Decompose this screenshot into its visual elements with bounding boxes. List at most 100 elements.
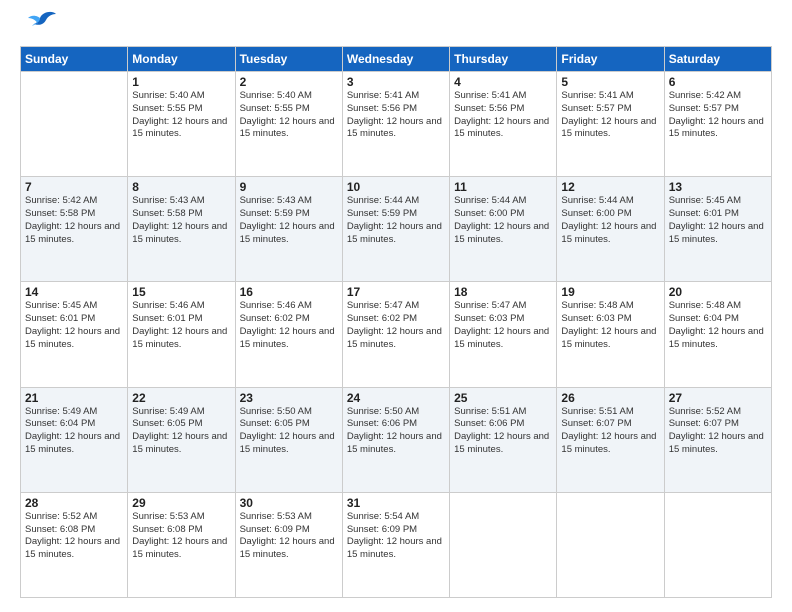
- day-number: 21: [25, 391, 123, 405]
- calendar-cell: 9Sunrise: 5:43 AMSunset: 5:59 PMDaylight…: [235, 177, 342, 282]
- day-number: 26: [561, 391, 659, 405]
- calendar-cell: 12Sunrise: 5:44 AMSunset: 6:00 PMDayligh…: [557, 177, 664, 282]
- day-number: 1: [132, 75, 230, 89]
- day-info: Sunrise: 5:53 AMSunset: 6:09 PMDaylight:…: [240, 511, 338, 562]
- day-info: Sunrise: 5:49 AMSunset: 6:04 PMDaylight:…: [25, 406, 123, 457]
- day-of-week-header: Sunday: [21, 47, 128, 72]
- day-info: Sunrise: 5:43 AMSunset: 5:59 PMDaylight:…: [240, 195, 338, 246]
- calendar-cell: 8Sunrise: 5:43 AMSunset: 5:58 PMDaylight…: [128, 177, 235, 282]
- day-number: 14: [25, 285, 123, 299]
- page: SundayMondayTuesdayWednesdayThursdayFrid…: [0, 0, 792, 612]
- day-number: 10: [347, 180, 445, 194]
- calendar-cell: [557, 492, 664, 597]
- day-info: Sunrise: 5:47 AMSunset: 6:03 PMDaylight:…: [454, 300, 552, 351]
- day-info: Sunrise: 5:44 AMSunset: 6:00 PMDaylight:…: [454, 195, 552, 246]
- logo-bird-icon: [24, 10, 56, 36]
- day-number: 30: [240, 496, 338, 510]
- day-info: Sunrise: 5:48 AMSunset: 6:04 PMDaylight:…: [669, 300, 767, 351]
- logo: [20, 18, 56, 36]
- day-info: Sunrise: 5:45 AMSunset: 6:01 PMDaylight:…: [25, 300, 123, 351]
- day-number: 29: [132, 496, 230, 510]
- day-number: 20: [669, 285, 767, 299]
- day-number: 3: [347, 75, 445, 89]
- calendar-cell: 29Sunrise: 5:53 AMSunset: 6:08 PMDayligh…: [128, 492, 235, 597]
- calendar-week-row: 14Sunrise: 5:45 AMSunset: 6:01 PMDayligh…: [21, 282, 772, 387]
- calendar-cell: [450, 492, 557, 597]
- day-number: 5: [561, 75, 659, 89]
- calendar-cell: [664, 492, 771, 597]
- calendar-cell: 20Sunrise: 5:48 AMSunset: 6:04 PMDayligh…: [664, 282, 771, 387]
- calendar-cell: 10Sunrise: 5:44 AMSunset: 5:59 PMDayligh…: [342, 177, 449, 282]
- calendar-cell: 7Sunrise: 5:42 AMSunset: 5:58 PMDaylight…: [21, 177, 128, 282]
- calendar-cell: 23Sunrise: 5:50 AMSunset: 6:05 PMDayligh…: [235, 387, 342, 492]
- calendar-cell: 22Sunrise: 5:49 AMSunset: 6:05 PMDayligh…: [128, 387, 235, 492]
- day-number: 6: [669, 75, 767, 89]
- day-info: Sunrise: 5:52 AMSunset: 6:08 PMDaylight:…: [25, 511, 123, 562]
- day-of-week-header: Saturday: [664, 47, 771, 72]
- day-info: Sunrise: 5:51 AMSunset: 6:06 PMDaylight:…: [454, 406, 552, 457]
- calendar-cell: 27Sunrise: 5:52 AMSunset: 6:07 PMDayligh…: [664, 387, 771, 492]
- day-info: Sunrise: 5:49 AMSunset: 6:05 PMDaylight:…: [132, 406, 230, 457]
- day-info: Sunrise: 5:44 AMSunset: 5:59 PMDaylight:…: [347, 195, 445, 246]
- day-info: Sunrise: 5:54 AMSunset: 6:09 PMDaylight:…: [347, 511, 445, 562]
- day-number: 4: [454, 75, 552, 89]
- day-number: 19: [561, 285, 659, 299]
- day-info: Sunrise: 5:46 AMSunset: 6:01 PMDaylight:…: [132, 300, 230, 351]
- calendar-cell: 13Sunrise: 5:45 AMSunset: 6:01 PMDayligh…: [664, 177, 771, 282]
- day-number: 8: [132, 180, 230, 194]
- calendar-cell: 25Sunrise: 5:51 AMSunset: 6:06 PMDayligh…: [450, 387, 557, 492]
- calendar-week-row: 1Sunrise: 5:40 AMSunset: 5:55 PMDaylight…: [21, 72, 772, 177]
- calendar-cell: 16Sunrise: 5:46 AMSunset: 6:02 PMDayligh…: [235, 282, 342, 387]
- day-of-week-header: Monday: [128, 47, 235, 72]
- day-info: Sunrise: 5:44 AMSunset: 6:00 PMDaylight:…: [561, 195, 659, 246]
- calendar-cell: [21, 72, 128, 177]
- day-info: Sunrise: 5:48 AMSunset: 6:03 PMDaylight:…: [561, 300, 659, 351]
- day-info: Sunrise: 5:51 AMSunset: 6:07 PMDaylight:…: [561, 406, 659, 457]
- day-number: 12: [561, 180, 659, 194]
- calendar-cell: 24Sunrise: 5:50 AMSunset: 6:06 PMDayligh…: [342, 387, 449, 492]
- calendar-week-row: 7Sunrise: 5:42 AMSunset: 5:58 PMDaylight…: [21, 177, 772, 282]
- calendar-cell: 26Sunrise: 5:51 AMSunset: 6:07 PMDayligh…: [557, 387, 664, 492]
- day-number: 23: [240, 391, 338, 405]
- day-of-week-header: Friday: [557, 47, 664, 72]
- calendar-cell: 3Sunrise: 5:41 AMSunset: 5:56 PMDaylight…: [342, 72, 449, 177]
- day-info: Sunrise: 5:50 AMSunset: 6:06 PMDaylight:…: [347, 406, 445, 457]
- day-info: Sunrise: 5:47 AMSunset: 6:02 PMDaylight:…: [347, 300, 445, 351]
- day-of-week-header: Tuesday: [235, 47, 342, 72]
- day-of-week-header: Wednesday: [342, 47, 449, 72]
- calendar-cell: 11Sunrise: 5:44 AMSunset: 6:00 PMDayligh…: [450, 177, 557, 282]
- calendar-cell: 28Sunrise: 5:52 AMSunset: 6:08 PMDayligh…: [21, 492, 128, 597]
- day-info: Sunrise: 5:43 AMSunset: 5:58 PMDaylight:…: [132, 195, 230, 246]
- day-info: Sunrise: 5:41 AMSunset: 5:57 PMDaylight:…: [561, 90, 659, 141]
- day-number: 18: [454, 285, 552, 299]
- day-info: Sunrise: 5:45 AMSunset: 6:01 PMDaylight:…: [669, 195, 767, 246]
- day-number: 11: [454, 180, 552, 194]
- day-number: 7: [25, 180, 123, 194]
- day-number: 13: [669, 180, 767, 194]
- day-number: 15: [132, 285, 230, 299]
- calendar-cell: 2Sunrise: 5:40 AMSunset: 5:55 PMDaylight…: [235, 72, 342, 177]
- calendar-cell: 19Sunrise: 5:48 AMSunset: 6:03 PMDayligh…: [557, 282, 664, 387]
- day-number: 28: [25, 496, 123, 510]
- day-info: Sunrise: 5:40 AMSunset: 5:55 PMDaylight:…: [132, 90, 230, 141]
- header: [20, 18, 772, 36]
- day-info: Sunrise: 5:41 AMSunset: 5:56 PMDaylight:…: [454, 90, 552, 141]
- day-number: 22: [132, 391, 230, 405]
- calendar-cell: 4Sunrise: 5:41 AMSunset: 5:56 PMDaylight…: [450, 72, 557, 177]
- day-number: 2: [240, 75, 338, 89]
- calendar-header-row: SundayMondayTuesdayWednesdayThursdayFrid…: [21, 47, 772, 72]
- calendar-cell: 15Sunrise: 5:46 AMSunset: 6:01 PMDayligh…: [128, 282, 235, 387]
- day-of-week-header: Thursday: [450, 47, 557, 72]
- day-info: Sunrise: 5:42 AMSunset: 5:57 PMDaylight:…: [669, 90, 767, 141]
- day-number: 16: [240, 285, 338, 299]
- calendar-cell: 6Sunrise: 5:42 AMSunset: 5:57 PMDaylight…: [664, 72, 771, 177]
- day-info: Sunrise: 5:52 AMSunset: 6:07 PMDaylight:…: [669, 406, 767, 457]
- day-number: 27: [669, 391, 767, 405]
- calendar-week-row: 21Sunrise: 5:49 AMSunset: 6:04 PMDayligh…: [21, 387, 772, 492]
- day-info: Sunrise: 5:46 AMSunset: 6:02 PMDaylight:…: [240, 300, 338, 351]
- calendar-cell: 5Sunrise: 5:41 AMSunset: 5:57 PMDaylight…: [557, 72, 664, 177]
- day-number: 24: [347, 391, 445, 405]
- calendar-cell: 30Sunrise: 5:53 AMSunset: 6:09 PMDayligh…: [235, 492, 342, 597]
- day-info: Sunrise: 5:42 AMSunset: 5:58 PMDaylight:…: [25, 195, 123, 246]
- day-number: 25: [454, 391, 552, 405]
